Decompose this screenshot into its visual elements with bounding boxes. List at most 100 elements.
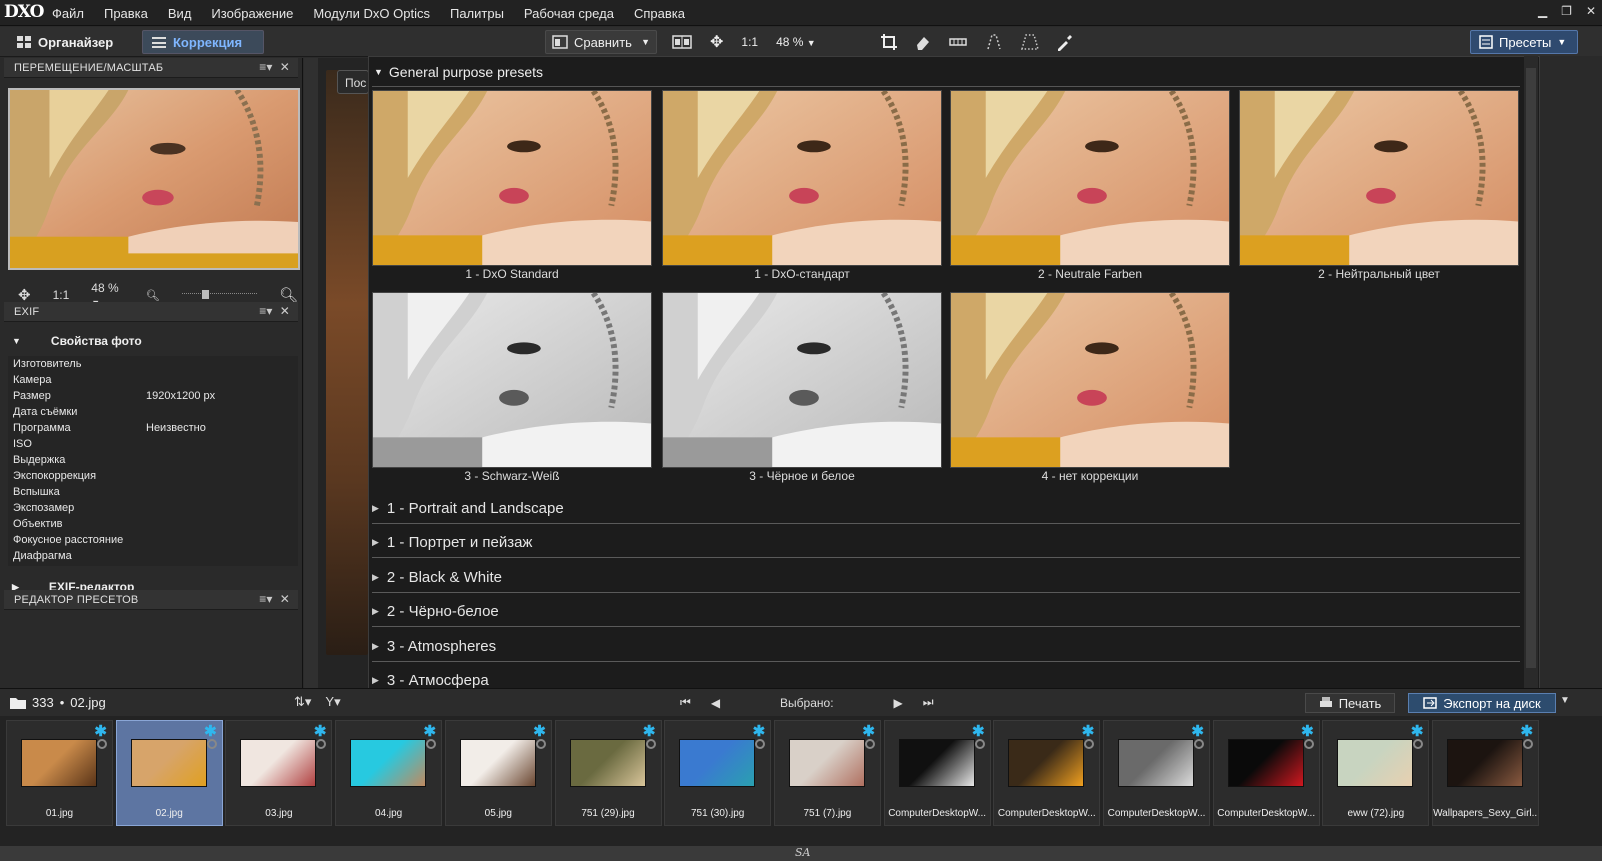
filmstrip-item[interactable]: ✱ 751 (7).jpg	[773, 720, 881, 826]
menu-file[interactable]: Файл	[52, 6, 84, 21]
filmstrip-item[interactable]: ✱ ComputerDesktopW...	[1212, 720, 1320, 826]
preset-group-header[interactable]: ▼ General purpose presets	[374, 63, 543, 81]
star-icon[interactable]: ✱	[94, 722, 107, 740]
organizer-tab[interactable]: Органайзер	[8, 30, 121, 54]
last-image-icon[interactable]: ⏭	[923, 695, 934, 710]
export-button[interactable]: Экспорт на диск	[1408, 693, 1556, 713]
filmstrip-item[interactable]: ✱ Wallpapers_Sexy_Girl...	[1432, 720, 1540, 826]
zoom-slider[interactable]	[181, 290, 257, 299]
filmstrip-item[interactable]: ✱ ComputerDesktopW...	[883, 720, 991, 826]
chevron-down-icon: ▼	[806, 38, 816, 48]
preset-group-row[interactable]: ▶ 3 - Atmospheres	[372, 632, 1520, 662]
star-icon[interactable]: ✱	[1521, 722, 1534, 740]
eraser-icon[interactable]	[914, 33, 932, 51]
star-icon[interactable]: ✱	[1082, 722, 1095, 740]
filmstrip-thumbnail	[240, 739, 317, 787]
eyedropper-icon[interactable]	[1056, 33, 1074, 51]
preset-thumbnail[interactable]	[372, 292, 652, 468]
window-controls: ▁ ❐ ✕	[1538, 4, 1596, 18]
prev-image-icon[interactable]: ◀	[711, 696, 720, 710]
panel-menu-icon[interactable]: ≡▾	[259, 592, 272, 606]
preset-group-row[interactable]: ▶ 2 - Чёрно-белое	[372, 597, 1520, 628]
horizon-icon[interactable]	[948, 35, 968, 49]
star-icon[interactable]: ✱	[643, 722, 656, 740]
star-icon[interactable]: ✱	[1191, 722, 1204, 740]
menu-palettes[interactable]: Палитры	[450, 6, 504, 21]
preset-thumbnail[interactable]	[1239, 90, 1519, 266]
zoom-select[interactable]: 48 % ▼	[776, 35, 816, 49]
zoom-ratio[interactable]: 1:1	[741, 35, 758, 49]
filmstrip-item[interactable]: ✱ 751 (30).jpg	[664, 720, 772, 826]
star-icon[interactable]: ✱	[1411, 722, 1424, 740]
first-image-icon[interactable]: ⏮	[680, 695, 691, 710]
restore-icon[interactable]: ❐	[1561, 4, 1572, 18]
preset-group-row[interactable]: ▶ 2 - Black & White	[372, 563, 1520, 593]
next-image-icon[interactable]: ▶	[894, 696, 903, 710]
panel-menu-icon[interactable]: ≡▾	[259, 304, 272, 318]
expand-triangle-icon: ▶	[372, 503, 379, 513]
preset-thumbnail[interactable]	[372, 90, 652, 266]
filmstrip-item[interactable]: ✱ 02.jpg	[115, 720, 223, 826]
presets-button[interactable]: Пресеты ▼	[1470, 30, 1578, 54]
star-icon[interactable]: ✱	[533, 722, 546, 740]
preset-group-row[interactable]: ▶ 1 - Портрет и пейзаж	[372, 528, 1520, 559]
sort-icon[interactable]: ⇅▾	[294, 694, 311, 710]
presets-scrollbar[interactable]	[1524, 56, 1538, 696]
menu-image[interactable]: Изображение	[211, 6, 293, 21]
photo-properties-section[interactable]: ▼ Свойства фото	[4, 331, 298, 351]
preset-group-label: 3 - Atmospheres	[386, 637, 497, 655]
minimize-icon[interactable]: ▁	[1538, 4, 1547, 18]
side-by-side-icon[interactable]	[672, 34, 692, 50]
menu-workspace[interactable]: Рабочая среда	[524, 6, 614, 21]
volume-deformation-icon[interactable]	[1020, 33, 1040, 51]
menu-optics-modules[interactable]: Модули DxO Optics	[313, 6, 430, 21]
preset-thumbnail[interactable]	[662, 90, 942, 266]
chevron-down-icon[interactable]: ▼	[641, 37, 650, 47]
menu-view[interactable]: Вид	[168, 6, 192, 21]
star-icon[interactable]: ✱	[424, 722, 437, 740]
preset-thumbnail[interactable]	[950, 292, 1230, 468]
filter-icon[interactable]: Y▾	[325, 694, 340, 710]
preset-group-row[interactable]: ▶ 1 - Portrait and Landscape	[372, 494, 1520, 524]
filmstrip-item[interactable]: ✱ 04.jpg	[335, 720, 443, 826]
zoom-slider-knob[interactable]	[201, 290, 209, 299]
star-icon[interactable]: ✱	[314, 722, 327, 740]
panel-menu-icon[interactable]: ≡▾	[259, 60, 272, 74]
chevron-down-icon[interactable]: ▼	[1560, 695, 1570, 706]
nav-ratio[interactable]: 1:1	[53, 288, 70, 302]
menu-edit[interactable]: Правка	[104, 6, 148, 21]
perspective-icon[interactable]	[984, 33, 1004, 51]
star-icon[interactable]: ✱	[862, 722, 875, 740]
filmstrip-item[interactable]: ✱ 01.jpg	[6, 720, 113, 826]
star-icon[interactable]: ✱	[204, 722, 217, 740]
zoom-percent: 48 %	[776, 35, 804, 49]
star-icon[interactable]: ✱	[753, 722, 766, 740]
close-icon[interactable]: ✕	[280, 304, 290, 318]
filmstrip-item[interactable]: ✱ ComputerDesktopW...	[993, 720, 1101, 826]
filmstrip-item[interactable]: ✱ 05.jpg	[444, 720, 552, 826]
close-icon[interactable]: ✕	[280, 592, 290, 606]
partial-tab[interactable]: Пос	[337, 70, 369, 94]
preset-thumbnail[interactable]	[950, 90, 1230, 266]
correction-tab[interactable]: Коррекция	[142, 30, 264, 54]
star-icon[interactable]: ✱	[972, 722, 985, 740]
crop-icon[interactable]	[880, 33, 898, 51]
compare-button[interactable]: Сравнить ▼	[545, 30, 657, 54]
menu-help[interactable]: Справка	[634, 6, 685, 21]
zoom-out-icon[interactable]: 🔍︎	[146, 289, 160, 302]
filmstrip-item[interactable]: ✱ 03.jpg	[225, 720, 333, 826]
filmstrip-filename: 751 (7).jpg	[803, 808, 852, 819]
scrollbar-thumb[interactable]	[1526, 68, 1536, 668]
close-icon[interactable]: ✕	[280, 60, 290, 74]
print-button[interactable]: Печать	[1305, 693, 1395, 713]
left-scrollbar[interactable]	[304, 58, 318, 698]
close-icon[interactable]: ✕	[1586, 4, 1596, 18]
navigator-preview[interactable]	[8, 88, 300, 270]
filmstrip-item[interactable]: ✱ 751 (29).jpg	[554, 720, 662, 826]
move-icon[interactable]: ✥	[710, 32, 723, 52]
filmstrip-item[interactable]: ✱ eww (72).jpg	[1322, 720, 1430, 826]
filmstrip-item[interactable]: ✱ ComputerDesktopW...	[1103, 720, 1210, 826]
star-icon[interactable]: ✱	[1301, 722, 1314, 740]
preset-editor-header: РЕДАКТОР ПРЕСЕТОВ ≡▾ ✕	[4, 590, 298, 610]
preset-thumbnail[interactable]	[662, 292, 942, 468]
